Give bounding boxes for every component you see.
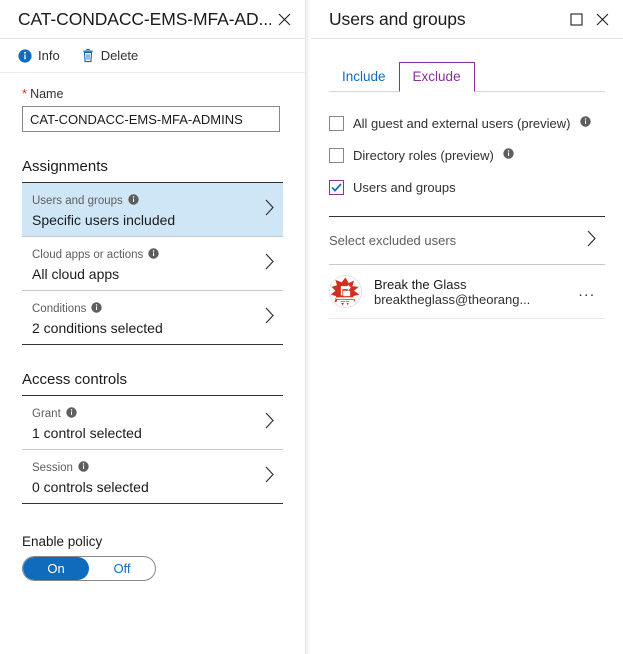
- tab-include[interactable]: Include: [329, 63, 399, 91]
- users-header-divider: [311, 38, 623, 39]
- assignment-users-text: Users and groups Specific users included: [32, 192, 264, 228]
- assignment-cloud-apps-value: All cloud apps: [32, 265, 120, 282]
- enable-policy-toggle[interactable]: On Off: [22, 556, 156, 581]
- info-icon: [579, 114, 591, 132]
- select-excluded-users-row[interactable]: Select excluded users: [329, 217, 605, 264]
- assignments-heading: Assignments: [22, 158, 108, 175]
- enable-policy-label: Enable policy: [22, 534, 103, 549]
- access-session-text: Session 0 controls selected: [32, 459, 264, 495]
- info-icon: [18, 48, 32, 63]
- enable-policy-on-option[interactable]: On: [23, 557, 89, 580]
- assignment-conditions-value: 2 conditions selected: [32, 319, 163, 336]
- user-email: breaktheglass@theorang...: [374, 291, 531, 307]
- delete-button[interactable]: Delete: [81, 48, 139, 63]
- user-info: Break the Glass breaktheglass@theorang..…: [362, 277, 575, 307]
- info-icon: [148, 246, 159, 264]
- more-options-icon[interactable]: ...: [575, 280, 599, 304]
- assignment-users-value: Specific users included: [32, 211, 176, 228]
- required-marker: *: [22, 86, 28, 101]
- assignment-cloud-apps-label-row: Cloud apps or actions: [32, 246, 264, 264]
- users-blade-body: Include Exclude All guest and external u…: [311, 57, 623, 319]
- list-item[interactable]: Break the Glass breaktheglass@theorang..…: [329, 265, 605, 318]
- conditional-access-policy-screen: CAT-CONDACC-EMS-MFA-AD... Info Delete * …: [0, 0, 623, 654]
- info-icon: [503, 146, 514, 164]
- checkbox-label-all-guest-external-users: All guest and external users (preview): [353, 115, 571, 131]
- policy-blade-header: CAT-CONDACC-EMS-MFA-AD...: [0, 0, 305, 38]
- checkbox-directory-roles[interactable]: [329, 147, 344, 163]
- assignment-row-users-and-groups[interactable]: Users and groups Specific users included: [22, 183, 283, 236]
- maximize-icon[interactable]: [563, 6, 589, 32]
- assignment-cloud-apps-label: Cloud apps or actions: [32, 248, 144, 261]
- assignment-users-label: Users and groups: [32, 194, 123, 207]
- access-grant-label-row: Grant: [32, 405, 264, 423]
- name-label-text: Name: [30, 87, 64, 101]
- close-icon[interactable]: [271, 6, 297, 32]
- info-button-label: Info: [38, 48, 60, 63]
- chevron-right-icon: [264, 253, 277, 275]
- user-display-name: Break the Glass: [374, 276, 467, 292]
- include-exclude-tabs: Include Exclude: [329, 57, 605, 92]
- checkbox-row-directory-roles[interactable]: Directory roles (preview): [329, 139, 605, 171]
- info-button[interactable]: Info: [18, 48, 60, 63]
- policy-blade: CAT-CONDACC-EMS-MFA-AD... Info Delete * …: [0, 0, 305, 654]
- assignment-conditions-label-row: Conditions: [32, 300, 264, 318]
- delete-icon: [81, 48, 95, 63]
- assignment-row-cloud-apps[interactable]: Cloud apps or actions All cloud apps: [22, 237, 283, 290]
- info-icon: [78, 459, 89, 477]
- policy-form: * Name Assignments Users and groups: [0, 73, 305, 581]
- access-session-label-row: Session: [32, 459, 264, 477]
- checkbox-row-all-guest-external-users[interactable]: All guest and external users (preview): [329, 107, 605, 139]
- delete-button-label: Delete: [100, 48, 139, 63]
- tab-exclude[interactable]: Exclude: [398, 62, 475, 92]
- name-field-label: * Name: [22, 87, 283, 101]
- chevron-right-icon: [586, 230, 599, 252]
- checkbox-all-guest-external-users[interactable]: [329, 115, 344, 131]
- access-controls-heading: Access controls: [22, 371, 128, 388]
- access-grant-text: Grant 1 control selected: [32, 405, 264, 441]
- break-glass-avatar: [329, 275, 362, 308]
- chevron-right-icon: [264, 466, 277, 488]
- access-control-row-session[interactable]: Session 0 controls selected: [22, 450, 283, 503]
- assignments-bottom-divider: [22, 344, 283, 345]
- user-row-divider: [329, 318, 605, 319]
- chevron-right-icon: [264, 307, 277, 329]
- policy-command-bar: Info Delete: [0, 39, 305, 72]
- exclude-options-list: All guest and external users (preview) D…: [329, 92, 605, 203]
- info-icon: [91, 300, 103, 318]
- access-grant-label: Grant: [32, 407, 61, 420]
- access-control-row-grant[interactable]: Grant 1 control selected: [22, 396, 283, 449]
- select-excluded-users-label: Select excluded users: [329, 233, 457, 248]
- assignment-conditions-text: Conditions 2 conditions selected: [32, 300, 264, 336]
- enable-policy-section: Enable policy On Off: [22, 534, 283, 581]
- assignment-row-conditions[interactable]: Conditions 2 conditions selected: [22, 291, 283, 344]
- checkbox-users-and-groups[interactable]: [329, 179, 344, 195]
- close-icon[interactable]: [589, 6, 615, 32]
- access-grant-value: 1 control selected: [32, 424, 142, 441]
- access-controls-bottom-divider: [22, 503, 283, 504]
- access-session-label: Session: [32, 461, 73, 474]
- assignment-users-label-row: Users and groups: [32, 192, 264, 210]
- info-icon: [128, 192, 139, 210]
- info-icon: [66, 405, 77, 423]
- chevron-right-icon: [264, 412, 277, 434]
- assignment-cloud-apps-text: Cloud apps or actions All cloud apps: [32, 246, 264, 282]
- checkbox-row-users-and-groups[interactable]: Users and groups: [329, 171, 605, 203]
- enable-policy-off-option[interactable]: Off: [89, 557, 155, 580]
- policy-blade-title: CAT-CONDACC-EMS-MFA-AD...: [18, 8, 271, 29]
- users-blade-title: Users and groups: [329, 8, 466, 29]
- access-session-value: 0 controls selected: [32, 478, 149, 495]
- assignment-conditions-label: Conditions: [32, 302, 87, 315]
- chevron-right-icon: [264, 199, 277, 221]
- users-and-groups-blade: Users and groups Include Exclude All gue…: [311, 0, 623, 654]
- policy-name-input[interactable]: [22, 106, 280, 132]
- checkbox-label-users-and-groups: Users and groups: [353, 179, 456, 195]
- users-blade-header: Users and groups: [311, 0, 623, 38]
- checkbox-label-directory-roles: Directory roles (preview): [353, 147, 494, 163]
